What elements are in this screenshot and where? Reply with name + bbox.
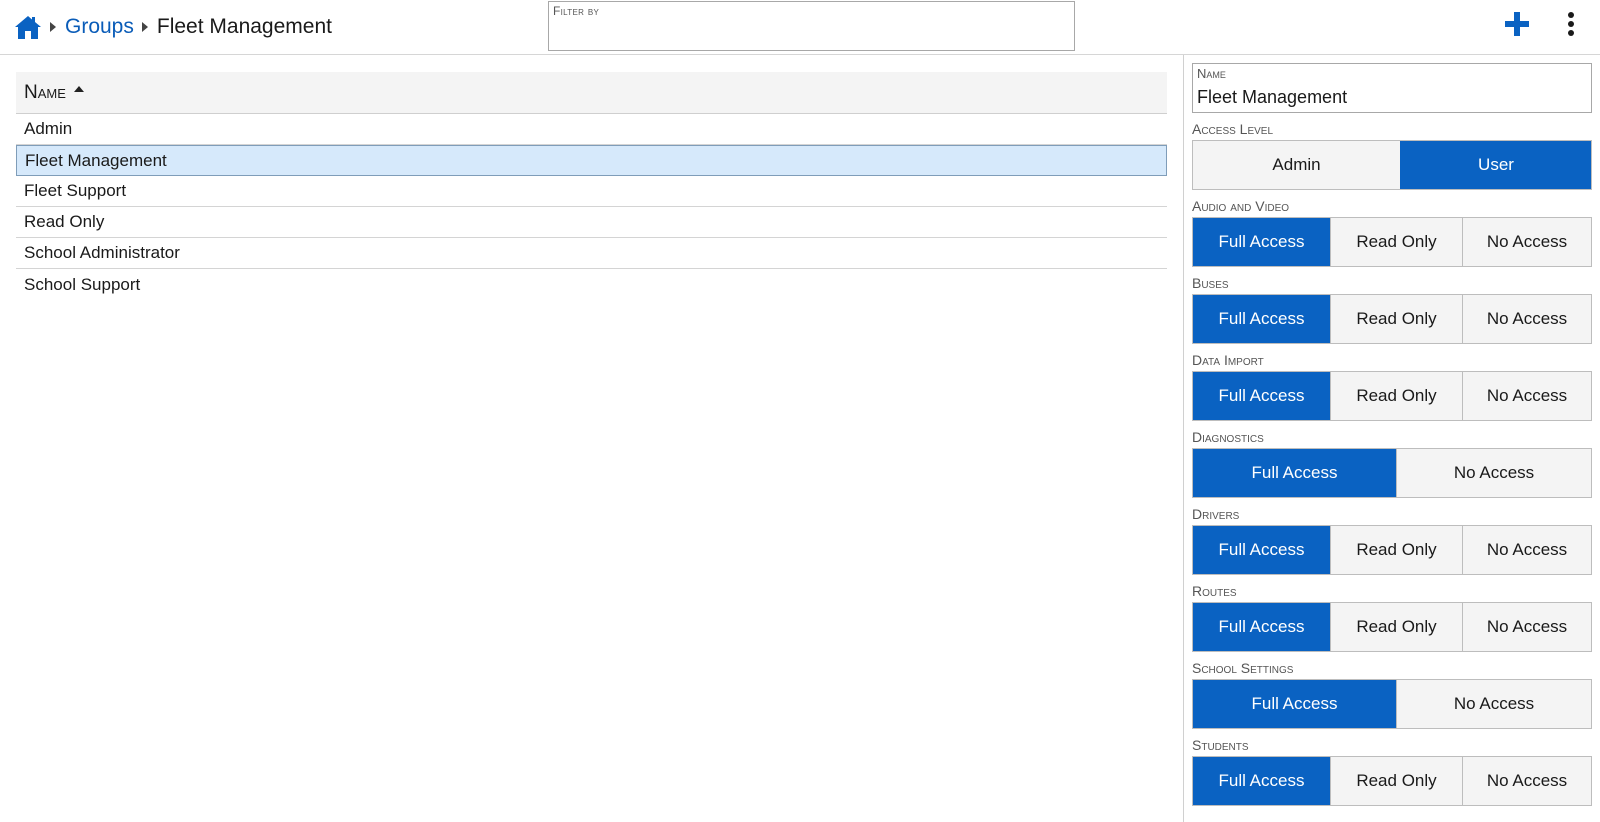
list-item[interactable]: Read Only	[16, 207, 1167, 238]
audio-and-video-toggle: Full Access Read Only No Access	[1192, 217, 1592, 267]
buses-toggle: Full Access Read Only No Access	[1192, 294, 1592, 344]
group-detail-panel: Name Access Level AdminUser Audio and Vi…	[1192, 63, 1592, 806]
students-toggle: Full Access Read Only No Access	[1192, 756, 1592, 806]
students-label: Students	[1192, 737, 1249, 753]
chevron-right-icon	[50, 22, 56, 32]
school-settings-no-access-button[interactable]: No Access	[1396, 680, 1591, 728]
students-full-access-button[interactable]: Full Access	[1193, 757, 1330, 805]
diagnostics-label: Diagnostics	[1192, 429, 1264, 445]
drivers-read-only-button[interactable]: Read Only	[1330, 526, 1462, 574]
school-settings-label: School Settings	[1192, 660, 1294, 676]
data-import-full-access-button[interactable]: Full Access	[1193, 372, 1330, 420]
audio-and-video-no-access-button[interactable]: No Access	[1462, 218, 1591, 266]
home-icon[interactable]	[14, 14, 42, 40]
routes-no-access-button[interactable]: No Access	[1462, 603, 1591, 651]
audio-and-video-read-only-button[interactable]: Read Only	[1330, 218, 1462, 266]
sort-ascending-icon	[73, 85, 84, 92]
name-field-label: Name	[1197, 66, 1226, 81]
more-vertical-icon[interactable]	[1562, 11, 1580, 39]
column-header-name[interactable]: Name	[16, 72, 1167, 114]
access-level-label: Access Level	[1192, 121, 1274, 137]
diagnostics-full-access-button[interactable]: Full Access	[1193, 449, 1396, 497]
breadcrumb: Groups Fleet Management	[14, 10, 332, 44]
access-level-toggle: Admin User	[1192, 140, 1592, 190]
data-import-label: Data Import	[1192, 352, 1264, 368]
students-read-only-button[interactable]: Read Only	[1330, 757, 1462, 805]
audio-and-video-full-access-button[interactable]: Full Access	[1193, 218, 1330, 266]
filter-box[interactable]: Filter by	[548, 1, 1075, 51]
panel-divider[interactable]	[1183, 55, 1184, 822]
buses-read-only-button[interactable]: Read Only	[1330, 295, 1462, 343]
top-bar: Groups Fleet Management Filter by	[0, 0, 1600, 55]
filter-label: Filter by	[553, 4, 600, 18]
list-item[interactable]: Admin	[16, 114, 1167, 145]
school-settings-full-access-button[interactable]: Full Access	[1193, 680, 1396, 728]
school-settings-toggle: Full Access No Access	[1192, 679, 1592, 729]
diagnostics-no-access-button[interactable]: No Access	[1396, 449, 1591, 497]
routes-label: Routes	[1192, 583, 1237, 599]
drivers-no-access-button[interactable]: No Access	[1462, 526, 1591, 574]
name-input[interactable]	[1197, 84, 1587, 110]
plus-icon[interactable]	[1504, 11, 1530, 37]
audio-and-video-label: Audio and Video	[1192, 198, 1290, 214]
list-item[interactable]: School Support	[16, 269, 1167, 300]
column-header-label: Name	[24, 81, 66, 103]
list-item[interactable]: Fleet Management	[16, 145, 1167, 176]
permissions-list: Audio and Video Full Access Read Only No Ac…	[1192, 198, 1592, 806]
list-rows: Admin Fleet Management Fleet Support Read O…	[16, 114, 1167, 300]
access-level-admin-button[interactable]: Admin	[1193, 141, 1400, 189]
buses-full-access-button[interactable]: Full Access	[1193, 295, 1330, 343]
data-import-toggle: Full Access Read Only No Access	[1192, 371, 1592, 421]
name-field[interactable]: Name	[1192, 63, 1592, 113]
filter-input[interactable]	[553, 20, 1068, 48]
students-no-access-button[interactable]: No Access	[1462, 757, 1591, 805]
routes-toggle: Full Access Read Only No Access	[1192, 602, 1592, 652]
breadcrumb-groups-link[interactable]: Groups	[65, 15, 134, 39]
list-item[interactable]: Fleet Support	[16, 176, 1167, 207]
drivers-label: Drivers	[1192, 506, 1240, 522]
data-import-read-only-button[interactable]: Read Only	[1330, 372, 1462, 420]
access-level-user-button[interactable]: User	[1400, 141, 1591, 189]
list-item[interactable]: School Administrator	[16, 238, 1167, 269]
buses-no-access-button[interactable]: No Access	[1462, 295, 1591, 343]
drivers-toggle: Full Access Read Only No Access	[1192, 525, 1592, 575]
breadcrumb-current: Fleet Management	[156, 15, 332, 38]
diagnostics-toggle: Full Access No Access	[1192, 448, 1592, 498]
chevron-right-icon	[141, 22, 148, 32]
buses-label: Buses	[1192, 275, 1229, 291]
routes-full-access-button[interactable]: Full Access	[1193, 603, 1330, 651]
routes-read-only-button[interactable]: Read Only	[1330, 603, 1462, 651]
drivers-full-access-button[interactable]: Full Access	[1193, 526, 1330, 574]
data-import-no-access-button[interactable]: No Access	[1462, 372, 1591, 420]
groups-list: Name Admin Fleet Management Fleet Support R…	[16, 72, 1167, 300]
